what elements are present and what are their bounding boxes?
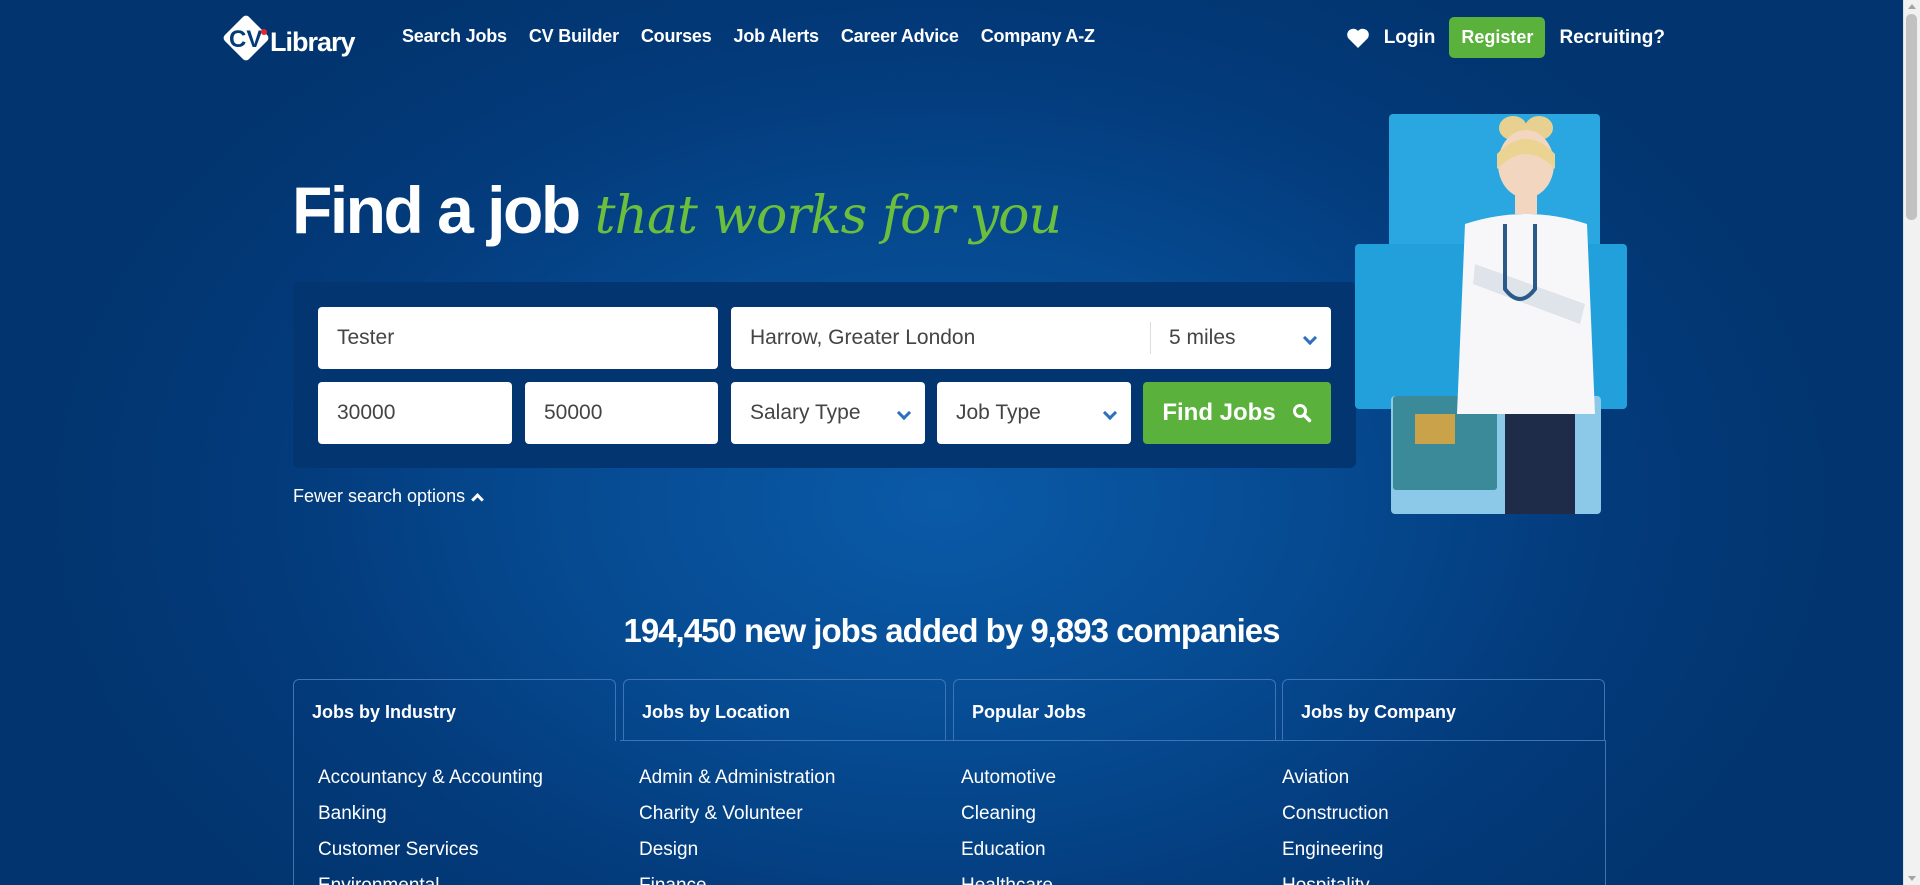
list-item[interactable]: Admin & Administration xyxy=(639,766,835,790)
list-item[interactable]: Customer Services xyxy=(318,838,543,862)
list-item[interactable]: Healthcare xyxy=(961,874,1056,885)
industry-column: Automotive Cleaning Education Healthcare xyxy=(961,766,1056,885)
keyword-input[interactable]: Tester xyxy=(318,307,718,369)
hero-title: Find a job that works for you xyxy=(292,172,1062,248)
jobs-stats-heading: 194,450 new jobs added by 9,893 companie… xyxy=(623,612,1281,649)
find-jobs-label: Find Jobs xyxy=(1162,399,1276,426)
nav-cv-builder[interactable]: CV Builder xyxy=(529,26,619,47)
cv-library-logo[interactable]: CV Library xyxy=(220,12,362,64)
tab-jobs-by-company[interactable]: Jobs by Company xyxy=(1282,679,1605,741)
page-scrollbar[interactable] xyxy=(1903,0,1920,885)
list-item[interactable]: Charity & Volunteer xyxy=(639,802,835,826)
nav-career-advice[interactable]: Career Advice xyxy=(841,26,959,47)
nav-company-a-z[interactable]: Company A-Z xyxy=(981,26,1095,47)
hero-person-image xyxy=(1355,114,1627,514)
list-item[interactable]: Engineering xyxy=(1282,838,1389,862)
main-nav: Search Jobs CV Builder Courses Job Alert… xyxy=(402,26,1095,47)
browse-tabs: Jobs by Industry Jobs by Location Popula… xyxy=(293,679,1606,741)
industry-column: Accountancy & Accounting Banking Custome… xyxy=(318,766,543,885)
scroll-thumb[interactable] xyxy=(1906,14,1917,220)
salary-max-value: 50000 xyxy=(544,401,603,424)
fewer-search-options-label: Fewer search options xyxy=(293,486,466,506)
scroll-down-icon[interactable] xyxy=(1908,876,1916,881)
find-jobs-button[interactable]: Find Jobs xyxy=(1143,382,1331,444)
nav-job-alerts[interactable]: Job Alerts xyxy=(734,26,820,47)
salary-min-input[interactable]: 30000 xyxy=(318,382,512,444)
chevron-down-icon xyxy=(896,405,912,421)
list-item[interactable]: Cleaning xyxy=(961,802,1056,826)
register-button[interactable]: Register xyxy=(1449,17,1546,58)
tab-jobs-by-industry[interactable]: Jobs by Industry xyxy=(293,679,616,741)
recruiting-link[interactable]: Recruiting? xyxy=(1559,27,1665,49)
chevron-down-icon xyxy=(1302,330,1318,346)
list-item[interactable]: Finance xyxy=(639,874,835,885)
tab-jobs-by-location[interactable]: Jobs by Location xyxy=(623,679,946,741)
industry-column: Aviation Construction Engineering Hospit… xyxy=(1282,766,1389,885)
header-actions: Login Register Recruiting? xyxy=(1346,17,1665,58)
list-item[interactable]: Construction xyxy=(1282,802,1389,826)
keyword-value: Tester xyxy=(337,326,395,349)
location-input[interactable]: Harrow, Greater London xyxy=(731,307,1150,369)
nav-search-jobs[interactable]: Search Jobs xyxy=(402,26,507,47)
salary-max-input[interactable]: 50000 xyxy=(525,382,718,444)
distance-select[interactable]: 5 miles xyxy=(1150,307,1331,369)
job-type-select[interactable]: Job Type xyxy=(937,382,1131,444)
list-item[interactable]: Hospitality xyxy=(1282,874,1389,885)
svg-text:Library: Library xyxy=(270,27,356,57)
hero-title-main: Find a job xyxy=(292,173,581,247)
list-item[interactable]: Aviation xyxy=(1282,766,1389,790)
list-item[interactable]: Environmental xyxy=(318,874,543,885)
scroll-up-icon[interactable] xyxy=(1908,4,1916,9)
salary-min-value: 30000 xyxy=(337,401,396,424)
salary-type-value: Salary Type xyxy=(750,401,861,424)
chevron-up-icon xyxy=(471,492,484,506)
fewer-search-options-toggle[interactable]: Fewer search options xyxy=(293,486,484,507)
list-item[interactable]: Automotive xyxy=(961,766,1056,790)
site-header: CV Library Search Jobs CV Builder Course… xyxy=(0,0,1903,76)
salary-type-select[interactable]: Salary Type xyxy=(731,382,925,444)
login-link[interactable]: Login xyxy=(1384,27,1436,49)
industry-column: Admin & Administration Charity & Volunte… xyxy=(639,766,835,885)
list-item[interactable]: Accountancy & Accounting xyxy=(318,766,543,790)
search-icon xyxy=(1292,404,1311,423)
list-item[interactable]: Education xyxy=(961,838,1056,862)
job-type-value: Job Type xyxy=(956,401,1041,424)
list-item[interactable]: Design xyxy=(639,838,835,862)
location-value: Harrow, Greater London xyxy=(750,326,976,349)
hero-title-script: that works for you xyxy=(594,186,1062,246)
heart-icon[interactable] xyxy=(1346,27,1370,49)
tab-popular-jobs[interactable]: Popular Jobs xyxy=(953,679,1276,741)
chevron-down-icon xyxy=(1102,405,1118,421)
list-item[interactable]: Banking xyxy=(318,802,543,826)
svg-text:CV: CV xyxy=(229,26,262,53)
nav-courses[interactable]: Courses xyxy=(641,26,712,47)
distance-value: 5 miles xyxy=(1169,326,1236,349)
